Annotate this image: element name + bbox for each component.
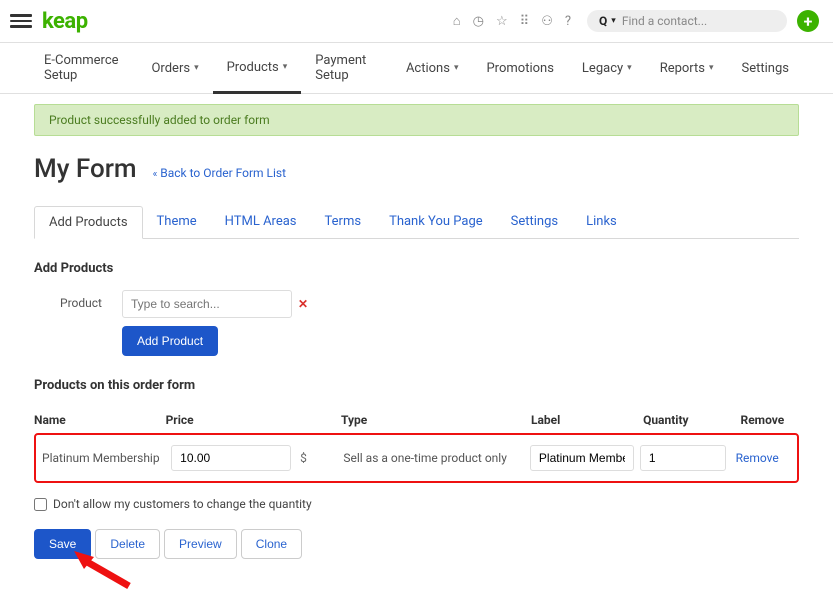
add-product-button[interactable]: Add Product (122, 326, 218, 356)
nav-promotions[interactable]: Promotions (472, 43, 567, 93)
chevron-down-icon: ▾ (709, 63, 714, 73)
quantity-input[interactable] (640, 445, 726, 471)
preview-button[interactable]: Preview (164, 529, 237, 559)
arrow-annotation (74, 551, 134, 595)
chevron-down-icon: ▾ (283, 62, 288, 72)
search-icon: Q (599, 14, 607, 28)
nav-orders[interactable]: Orders▾ (137, 43, 212, 93)
product-search-input[interactable] (122, 290, 292, 318)
lock-quantity-label: Don't allow my customers to change the q… (53, 497, 312, 511)
currency-label: $ (300, 451, 307, 465)
remove-link[interactable]: Remove (736, 451, 779, 465)
search-input[interactable]: Q▾ Find a contact... (587, 10, 787, 32)
main-nav: E-Commerce SetupOrders▾Products▾Payment … (0, 42, 833, 94)
apps-icon[interactable]: ⠿ (520, 14, 530, 29)
page-title: My Form (34, 154, 137, 184)
tab-links[interactable]: Links (572, 206, 631, 238)
table-row: Platinum Membership $ Sell as a one-time… (34, 433, 799, 483)
tab-terms[interactable]: Terms (311, 206, 376, 238)
nav-legacy[interactable]: Legacy▾ (568, 43, 646, 93)
clock-icon[interactable]: ◷ (473, 14, 484, 29)
products-on-form-heading: Products on this order form (34, 378, 799, 393)
product-field-label: Product (60, 290, 122, 310)
logo: keap (42, 9, 88, 34)
label-input[interactable] (530, 445, 634, 471)
menu-icon[interactable] (10, 11, 32, 31)
nav-payment-setup[interactable]: Payment Setup (301, 43, 392, 93)
nav-actions[interactable]: Actions▾ (392, 43, 473, 93)
nav-products[interactable]: Products▾ (213, 43, 302, 94)
tab-theme[interactable]: Theme (143, 206, 211, 238)
back-link[interactable]: « Back to Order Form List (153, 166, 286, 180)
nav-reports[interactable]: Reports▾ (646, 43, 728, 93)
price-input[interactable] (171, 445, 291, 471)
star-icon[interactable]: ☆ (496, 14, 508, 29)
chevron-down-icon: ▾ (627, 63, 632, 73)
row-name: Platinum Membership (42, 451, 171, 465)
sub-nav: Add ProductsThemeHTML AreasTermsThank Yo… (34, 206, 799, 239)
help-icon[interactable]: ? (565, 14, 571, 29)
add-products-heading: Add Products (34, 261, 799, 276)
search-placeholder: Find a contact... (622, 14, 707, 28)
clear-icon[interactable]: ✕ (298, 297, 308, 311)
user-icon[interactable]: ⚇ (541, 14, 553, 29)
home-icon[interactable]: ⌂ (453, 13, 461, 29)
tab-add-products[interactable]: Add Products (34, 206, 143, 239)
lock-quantity-checkbox[interactable] (34, 498, 47, 511)
chevron-down-icon: ▾ (194, 63, 199, 73)
tab-thank-you-page[interactable]: Thank You Page (375, 206, 497, 238)
add-button[interactable]: + (797, 10, 819, 32)
success-alert: Product successfully added to order form (34, 104, 799, 136)
tab-settings[interactable]: Settings (497, 206, 572, 238)
chevron-down-icon: ▾ (454, 63, 459, 73)
tab-html-areas[interactable]: HTML Areas (211, 206, 311, 238)
table-header: Name Price Type Label Quantity Remove (34, 407, 799, 433)
nav-e-commerce-setup[interactable]: E-Commerce Setup (30, 43, 137, 93)
row-type: Sell as a one-time product only (343, 451, 530, 465)
nav-settings[interactable]: Settings (728, 43, 803, 93)
clone-button[interactable]: Clone (241, 529, 302, 559)
